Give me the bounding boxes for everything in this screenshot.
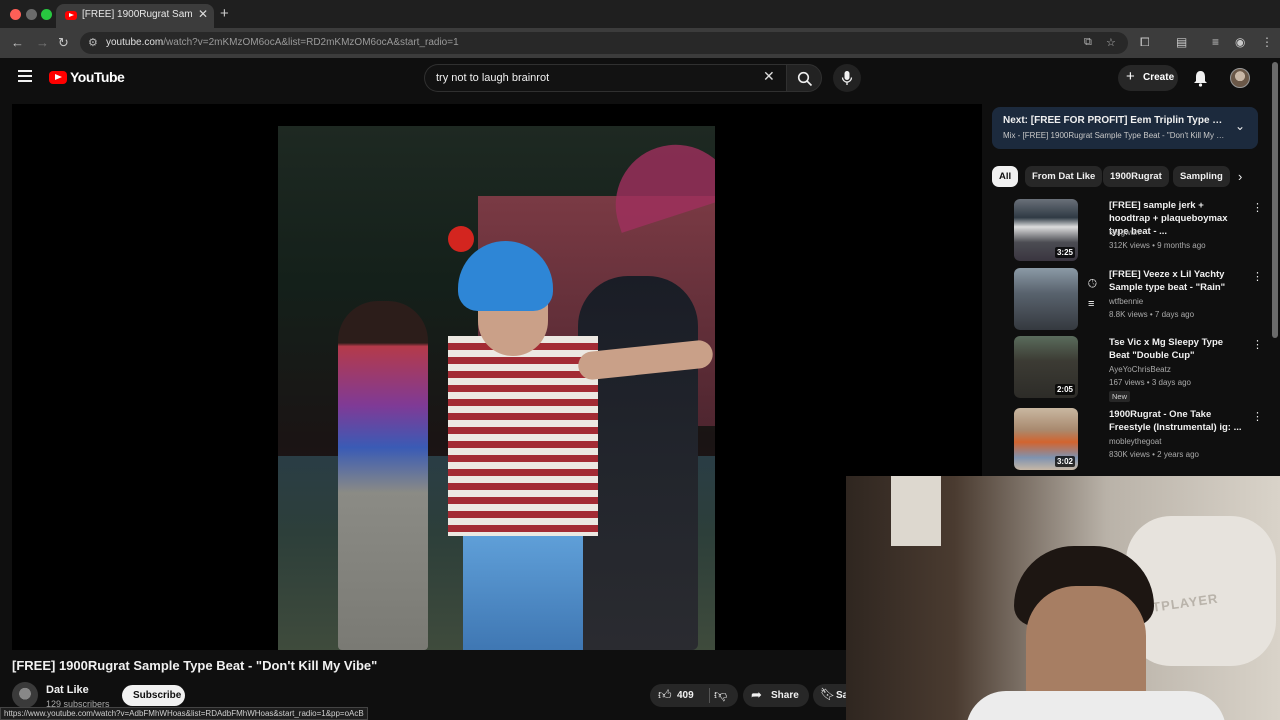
related-channel: mobleythegoat	[1109, 437, 1162, 446]
menu-icon[interactable]	[18, 70, 32, 82]
youtube-masthead: YouTube try not to laugh brainrot ✕ + Cr…	[0, 58, 1280, 100]
share-icon: ➦	[751, 687, 762, 702]
site-info-icon[interactable]: ⚙	[88, 36, 98, 49]
video-duration: 3:02	[1054, 456, 1075, 467]
video-thumbnail[interactable]: 2:05	[1014, 336, 1078, 398]
subscribe-button[interactable]: Subscribe	[122, 685, 185, 706]
share-button[interactable]: ➦ Share	[743, 684, 809, 707]
mic-icon	[841, 71, 853, 85]
tab-title: [FREE] 1900Rugrat Sample T	[82, 9, 192, 20]
related-channel: wtfbennie	[1109, 297, 1144, 306]
install-app-icon[interactable]: ⧉	[1084, 36, 1092, 49]
browser-menu-icon[interactable]: ⋮	[1261, 35, 1273, 49]
link-status-bar: https://www.youtube.com/watch?v=AdbFMhWH…	[0, 707, 368, 720]
video-frame	[278, 126, 715, 650]
more-options-icon[interactable]: ⋮	[1252, 338, 1263, 351]
url-path: /watch?v=2mKMzOM6ocA&list=RD2mKMzOM6ocA&…	[163, 37, 459, 48]
browser-toolbar: ← → ↻ ⚙ youtube.com/watch?v=2mKMzOM6ocA&…	[0, 28, 1280, 58]
related-meta: 312K views • 9 months ago	[1109, 241, 1206, 250]
account-avatar[interactable]	[1230, 68, 1250, 88]
related-meta: 8.8K views • 7 days ago	[1109, 310, 1195, 319]
maximize-window-icon[interactable]	[41, 9, 52, 20]
video-player[interactable]	[12, 104, 982, 650]
video-duration: 3:25	[1054, 247, 1075, 258]
more-options-icon[interactable]: ⋮	[1252, 270, 1263, 283]
video-duration: 2:05	[1054, 384, 1075, 395]
like-icon[interactable]: 👍︎	[658, 687, 672, 703]
related-channel: Slugwurf	[1109, 228, 1141, 237]
subscribe-label: Subscribe	[133, 690, 182, 701]
voice-search-button[interactable]	[833, 64, 861, 92]
video-title: [FREE] 1900Rugrat Sample Type Beat - "Do…	[12, 658, 378, 673]
youtube-favicon-icon	[65, 11, 77, 20]
watch-later-icon[interactable]: 🕓︎	[1088, 274, 1097, 294]
bell-icon[interactable]	[1193, 70, 1208, 87]
chip-sampling[interactable]: Sampling	[1173, 166, 1230, 187]
share-label: Share	[771, 690, 799, 701]
youtube-logo-icon[interactable]	[49, 71, 67, 84]
chip-all[interactable]: All	[992, 166, 1019, 187]
create-label: Create	[1143, 72, 1175, 83]
chevron-down-icon[interactable]: ⌄	[1235, 119, 1245, 133]
related-video[interactable]: 2:05 Tse Vic x Mg Sleepy Type Beat "Doub…	[992, 336, 1263, 402]
next-subtitle: Mix - [FREE] 1900Rugrat Sample Type Beat…	[1003, 131, 1225, 140]
related-title: 1900Rugrat - One Take Freestyle (Instrum…	[1109, 409, 1242, 433]
add-to-queue-icon[interactable]: ≡	[1088, 294, 1097, 314]
back-icon[interactable]: ←	[11, 35, 24, 50]
browser-tab[interactable]: [FREE] 1900Rugrat Sample T ✕	[56, 4, 214, 28]
filter-chips: All From Dat Like 1900Rugrat Sampling	[992, 166, 1258, 188]
sidebar-icon[interactable]: ▤	[1176, 35, 1187, 49]
plus-icon: +	[1126, 68, 1135, 85]
related-meta: 830K views • 2 years ago	[1109, 450, 1199, 459]
like-dislike-group: 👍︎ 409 👎︎	[650, 684, 738, 707]
more-options-icon[interactable]: ⋮	[1252, 410, 1263, 423]
video-thumbnail[interactable]	[1014, 268, 1078, 330]
search-query: try not to laugh brainrot	[436, 72, 550, 84]
new-badge: New	[1109, 391, 1131, 402]
create-button[interactable]: + Create	[1118, 65, 1178, 91]
video-thumbnail[interactable]: 3:25	[1014, 199, 1078, 261]
related-title: Tse Vic x Mg Sleepy Type Beat "Double Cu…	[1109, 337, 1224, 361]
profile-icon[interactable]: ◉	[1235, 35, 1245, 49]
reload-icon[interactable]: ↻	[58, 35, 69, 51]
like-count[interactable]: 409	[677, 690, 694, 701]
minimize-window-icon[interactable]	[26, 9, 37, 20]
bookmark-star-icon[interactable]: ☆	[1106, 36, 1116, 49]
related-channel: AyeYoChrisBeatz	[1109, 365, 1171, 374]
tab-close-icon[interactable]: ✕	[198, 7, 208, 21]
youtube-wordmark[interactable]: YouTube	[70, 69, 125, 85]
forward-icon[interactable]: →	[36, 35, 49, 50]
search-input[interactable]: try not to laugh brainrot	[424, 64, 786, 92]
new-tab-icon[interactable]: +	[220, 5, 229, 22]
webcam-overlay: GTPLAYER	[846, 476, 1280, 720]
close-window-icon[interactable]	[10, 9, 21, 20]
related-video[interactable]: 3:02 1900Rugrat - One Take Freestyle (In…	[992, 408, 1263, 474]
chip-from-dat-like[interactable]: From Dat Like	[1025, 166, 1103, 187]
autoplay-next-card[interactable]: Next: [FREE FOR PROFIT] Eem Triplin Type…	[992, 107, 1258, 149]
chip-1900rugrat[interactable]: 1900Rugrat	[1103, 166, 1169, 187]
clear-search-icon[interactable]: ✕	[763, 68, 775, 85]
related-video[interactable]: 3:25 [FREE] sample jerk + hoodtrap + pla…	[992, 199, 1263, 265]
more-options-icon[interactable]: ⋮	[1252, 201, 1263, 214]
chevron-right-icon[interactable]: ›	[1238, 169, 1242, 184]
channel-avatar[interactable]	[12, 682, 38, 708]
extensions-icon[interactable]: ⧠	[1140, 35, 1150, 50]
url-host: youtube.com	[106, 37, 164, 48]
search-button[interactable]	[786, 64, 822, 92]
channel-name[interactable]: Dat Like	[46, 684, 89, 696]
address-bar[interactable]: ⚙ youtube.com/watch?v=2mKMzOM6ocA&list=R…	[80, 32, 1128, 54]
page-scrollbar[interactable]	[1272, 62, 1278, 338]
browser-tab-bar: [FREE] 1900Rugrat Sample T ✕ +	[0, 0, 1280, 28]
related-video[interactable]: 🕓︎ ≡ [FREE] Veeze x Lil Yachty Sample typ…	[992, 268, 1263, 334]
search-icon	[797, 71, 813, 87]
video-thumbnail[interactable]: 3:02	[1014, 408, 1078, 470]
related-meta: 167 views • 3 days ago	[1109, 378, 1191, 387]
dislike-icon[interactable]: 👎︎	[714, 687, 727, 703]
next-title: Next: [FREE FOR PROFIT] Eem Triplin Type…	[1003, 115, 1225, 126]
save-icon: 🔖︎	[820, 687, 836, 701]
related-title: [FREE] Veeze x Lil Yachty Sample type be…	[1109, 269, 1226, 293]
media-controls-icon[interactable]: ≡	[1212, 35, 1219, 49]
